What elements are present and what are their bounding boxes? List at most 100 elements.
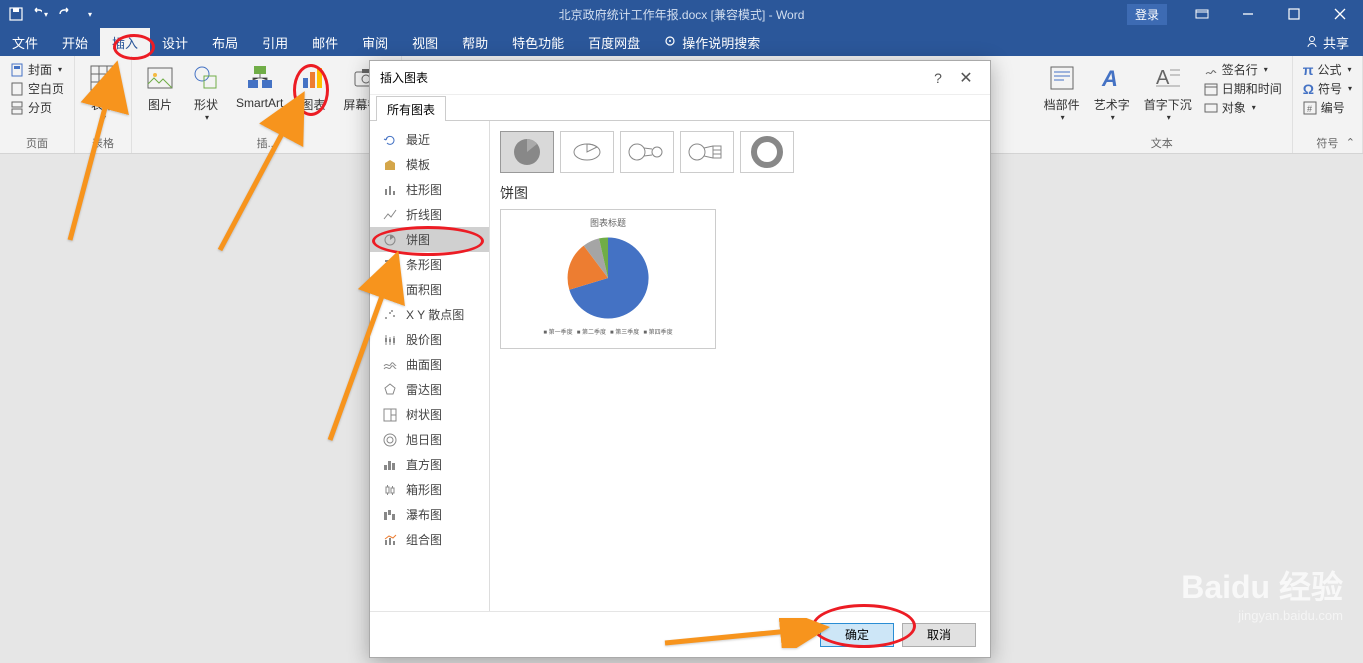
quick-access-toolbar: ▾ ▾: [0, 6, 106, 22]
chart-type-recent[interactable]: 最近: [370, 127, 489, 152]
quick-parts-icon: [1046, 62, 1078, 94]
page-break-button[interactable]: 分页: [6, 98, 68, 117]
menu-home[interactable]: 开始: [50, 28, 100, 56]
tables-group-label: 表格: [81, 135, 125, 153]
object-button[interactable]: 对象▾: [1200, 98, 1286, 117]
menu-tellme[interactable]: 操作说明搜索: [652, 28, 772, 56]
maximize-icon[interactable]: [1271, 0, 1317, 28]
dialog-close-icon[interactable]: ✕: [952, 68, 980, 88]
blank-page-button[interactable]: 空白页: [6, 79, 68, 98]
chart-type-boxwhisker[interactable]: 箱形图: [370, 477, 489, 502]
menu-references[interactable]: 引用: [250, 28, 300, 56]
smartart-icon: [244, 62, 276, 94]
sunburst-icon: [382, 432, 398, 448]
undo-icon[interactable]: ▾: [32, 6, 48, 22]
watermark-url: jingyan.baidu.com: [1181, 608, 1343, 623]
menu-mailings[interactable]: 邮件: [300, 28, 350, 56]
bar-icon: [382, 257, 398, 273]
chart-type-pie[interactable]: 饼图: [370, 227, 489, 252]
dialog-tabs: 所有图表: [370, 95, 990, 121]
chart-button[interactable]: 图表: [291, 60, 335, 135]
watermark: Baidu 经验 jingyan.baidu.com: [1181, 562, 1343, 623]
illustrations-group-label: 插...: [138, 135, 395, 153]
shapes-button[interactable]: 形状▾: [184, 60, 228, 135]
save-icon[interactable]: [8, 6, 24, 22]
chart-type-combo[interactable]: 组合图: [370, 527, 489, 552]
pictures-icon: [144, 62, 176, 94]
ribbon-group-text: 档部件▾ A艺术字▾ A首字下沉▾ 签名行▾ 日期和时间 对象▾ 文本: [1032, 56, 1293, 153]
ribbon-options-icon[interactable]: [1179, 0, 1225, 28]
qat-customize-icon[interactable]: ▾: [82, 6, 98, 22]
template-icon: [382, 157, 398, 173]
chart-preview[interactable]: 图表标题 ■ 第一季度 ■ 第二季度 ■ 第三季度 ■ 第四季度: [500, 209, 716, 349]
equation-button[interactable]: π公式▾: [1299, 60, 1356, 79]
menu-baidu[interactable]: 百度网盘: [576, 28, 652, 56]
menu-design[interactable]: 设计: [150, 28, 200, 56]
tellme-label: 操作说明搜索: [682, 33, 760, 52]
chart-type-sunburst[interactable]: 旭日图: [370, 427, 489, 452]
signature-button[interactable]: 签名行▾: [1200, 60, 1286, 79]
menu-view[interactable]: 视图: [400, 28, 450, 56]
table-button[interactable]: 表格▾: [81, 60, 125, 135]
chart-type-histogram[interactable]: 直方图: [370, 452, 489, 477]
login-button[interactable]: 登录: [1127, 4, 1167, 25]
titlebar: ▾ ▾ 北京政府统计工作年报.docx [兼容模式] - Word 登录: [0, 0, 1363, 28]
subtype-doughnut[interactable]: [740, 131, 794, 173]
area-icon: [382, 282, 398, 298]
menu-help[interactable]: 帮助: [450, 28, 500, 56]
share-button[interactable]: 共享: [1291, 33, 1363, 52]
menu-review[interactable]: 审阅: [350, 28, 400, 56]
subtype-bar-of-pie[interactable]: [680, 131, 734, 173]
chart-type-waterfall[interactable]: 瀑布图: [370, 502, 489, 527]
quick-parts-button[interactable]: 档部件▾: [1038, 60, 1086, 135]
dialog-help-icon[interactable]: ?: [924, 70, 952, 86]
minimize-icon[interactable]: [1225, 0, 1271, 28]
ok-button[interactable]: 确定: [820, 623, 894, 647]
ribbon-collapse-icon[interactable]: ⌃: [1346, 136, 1355, 149]
menu-insert[interactable]: 插入: [100, 28, 150, 56]
radar-icon: [382, 382, 398, 398]
surface-icon: [382, 357, 398, 373]
chart-type-column[interactable]: 柱形图: [370, 177, 489, 202]
chart-type-bar[interactable]: 条形图: [370, 252, 489, 277]
smartart-button[interactable]: SmartArt: [230, 60, 289, 135]
ribbon-group-pages: 封面▾ 空白页 分页 页面: [0, 56, 75, 153]
chart-type-area[interactable]: 面积图: [370, 277, 489, 302]
chart-type-scatter[interactable]: X Y 散点图: [370, 302, 489, 327]
cancel-button[interactable]: 取消: [902, 623, 976, 647]
chart-type-surface[interactable]: 曲面图: [370, 352, 489, 377]
tab-all-charts[interactable]: 所有图表: [376, 96, 446, 121]
cover-page-button[interactable]: 封面▾: [6, 60, 68, 79]
svg-text:A: A: [1101, 66, 1118, 91]
subtype-pie-3d[interactable]: [560, 131, 614, 173]
dropcap-button[interactable]: A首字下沉▾: [1138, 60, 1198, 135]
menu-layout[interactable]: 布局: [200, 28, 250, 56]
chart-preview-title: 图表标题: [590, 216, 626, 229]
combo-icon: [382, 532, 398, 548]
chart-type-template[interactable]: 模板: [370, 152, 489, 177]
chart-type-line[interactable]: 折线图: [370, 202, 489, 227]
chart-type-treemap[interactable]: 树状图: [370, 402, 489, 427]
number-button[interactable]: #编号: [1299, 98, 1356, 117]
chart-type-radar[interactable]: 雷达图: [370, 377, 489, 402]
close-icon[interactable]: [1317, 0, 1363, 28]
dialog-title: 插入图表: [380, 69, 924, 86]
subtype-pie-of-pie[interactable]: [620, 131, 674, 173]
redo-icon[interactable]: [56, 6, 72, 22]
menu-special[interactable]: 特色功能: [500, 28, 576, 56]
symbol-button[interactable]: Ω符号▾: [1299, 79, 1356, 98]
svg-text:#: #: [1307, 104, 1312, 114]
pictures-button[interactable]: 图片: [138, 60, 182, 135]
chart-icon: [297, 62, 329, 94]
datetime-button[interactable]: 日期和时间: [1200, 79, 1286, 98]
chart-type-stock[interactable]: 股价图: [370, 327, 489, 352]
text-group-label: 文本: [1038, 135, 1286, 153]
menu-file[interactable]: 文件: [0, 28, 50, 56]
stock-icon: [382, 332, 398, 348]
line-icon: [382, 207, 398, 223]
shapes-icon: [190, 62, 222, 94]
wordart-button[interactable]: A艺术字▾: [1088, 60, 1136, 135]
scatter-icon: [382, 307, 398, 323]
chart-legend: ■ 第一季度 ■ 第二季度 ■ 第三季度 ■ 第四季度: [543, 327, 672, 336]
subtype-pie[interactable]: [500, 131, 554, 173]
